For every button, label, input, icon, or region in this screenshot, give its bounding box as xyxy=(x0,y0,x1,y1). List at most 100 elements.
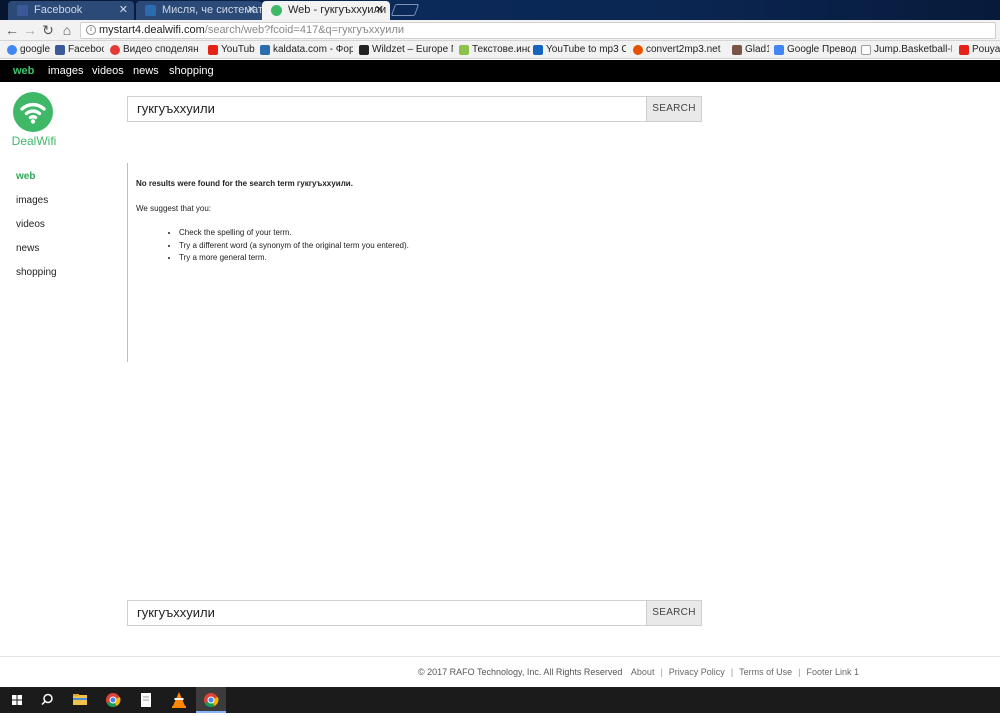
wifi-icon xyxy=(20,102,46,124)
sidemenu-web[interactable]: web xyxy=(16,171,35,182)
footer-link-privacy[interactable]: Privacy Policy xyxy=(669,667,725,677)
bookmark-jump-basketball[interactable]: Jump.Basketball-Bg.C xyxy=(860,43,952,57)
bookmark-label: Google Преводач xyxy=(787,44,856,55)
facebook-icon xyxy=(55,45,65,55)
search-input-bottom[interactable]: гукгуъххуили xyxy=(127,600,647,626)
bookmark-google-translate[interactable]: Google Преводач xyxy=(773,43,856,57)
bookmark-label: Wildzet – Europe Nor xyxy=(372,44,453,55)
windows-start-icon[interactable] xyxy=(2,687,32,713)
tab-kaldata[interactable]: Мисля, че системата ми е ✕ xyxy=(136,1,262,20)
browser-tab-strip: Facebook ✕ Мисля, че системата ми е ✕ We… xyxy=(0,0,1000,20)
convert2mp3-icon xyxy=(633,45,643,55)
bookmark-label: Видео споделяне / V xyxy=(123,44,199,55)
page-icon xyxy=(861,45,871,55)
footer-divider xyxy=(0,656,1000,657)
bookmark-label: YouTube to mp3 Conv xyxy=(546,44,626,55)
sidemenu-videos[interactable]: videos xyxy=(16,219,45,230)
search-button-bottom[interactable]: SEARCH xyxy=(646,600,702,626)
no-results-message: No results were found for the search ter… xyxy=(136,179,353,188)
footer-link-terms[interactable]: Terms of Use xyxy=(739,667,792,677)
google-icon xyxy=(7,45,17,55)
bookmark-youtube[interactable]: YouTube xyxy=(207,43,255,57)
close-icon[interactable]: ✕ xyxy=(119,1,128,19)
bookmark-label: Pouya x xyxy=(972,44,1000,55)
converter-icon xyxy=(533,45,543,55)
bookmark-convert2mp3[interactable]: convert2mp3.net - On xyxy=(632,43,723,57)
bookmark-label: YouTube xyxy=(221,44,255,55)
new-tab-button[interactable] xyxy=(390,4,420,16)
wildzet-icon xyxy=(359,45,369,55)
topnav-videos[interactable]: videos xyxy=(92,60,124,82)
home-icon[interactable]: ⌂ xyxy=(58,21,76,39)
search-button-top[interactable]: SEARCH xyxy=(646,96,702,122)
sidemenu-images[interactable]: images xyxy=(16,195,48,206)
topnav-news[interactable]: news xyxy=(133,60,159,82)
windows-taskbar xyxy=(0,687,1000,713)
logo-text[interactable]: DealWifi xyxy=(0,134,68,148)
youtube-icon xyxy=(208,45,218,55)
results-divider xyxy=(127,163,128,362)
footer-link-about[interactable]: About xyxy=(631,667,655,677)
sidemenu-news[interactable]: news xyxy=(16,243,39,254)
chrome-icon[interactable] xyxy=(98,687,128,713)
close-icon[interactable]: ✕ xyxy=(247,1,256,19)
glad1-icon xyxy=(732,45,742,55)
info-icon[interactable]: i xyxy=(86,25,96,35)
footer-copyright: © 2017 RAFO Technology, Inc. All Rights … xyxy=(418,667,623,677)
browser-toolbar: ← → ↻ ⌂ i mystart4.dealwifi.com/search/w… xyxy=(0,20,1000,41)
youtube-icon xyxy=(959,45,969,55)
suggestion-list: Check the spelling of your term. Try a d… xyxy=(179,227,696,265)
tab-web-search[interactable]: Web - гукгуъххуили ✕ xyxy=(262,1,390,20)
notepad-icon[interactable] xyxy=(131,687,161,713)
forward-arrow-icon[interactable]: → xyxy=(21,21,39,39)
bookmark-wildzet[interactable]: Wildzet – Europe Nor xyxy=(358,43,453,57)
tab-facebook[interactable]: Facebook ✕ xyxy=(8,1,134,20)
dealwifi-icon xyxy=(271,5,282,16)
suggestion-item: Try a more general term. xyxy=(179,252,696,265)
tab-title: Facebook xyxy=(34,4,83,16)
search-icon[interactable] xyxy=(32,687,62,713)
search-input-top[interactable]: гукгуъххуили xyxy=(127,96,647,122)
topnav-web[interactable]: web xyxy=(13,60,34,82)
vlc-icon[interactable] xyxy=(164,687,194,713)
suggestion-item: Check the spelling of your term. xyxy=(179,227,696,240)
footer-link-1[interactable]: Footer Link 1 xyxy=(807,667,860,677)
sidemenu-shopping[interactable]: shopping xyxy=(16,267,57,278)
translate-icon xyxy=(774,45,784,55)
bookmark-video[interactable]: Видео споделяне / V xyxy=(109,43,199,57)
dealwifi-logo-icon[interactable] xyxy=(13,92,53,132)
footer: © 2017 RAFO Technology, Inc. All Rights … xyxy=(418,667,860,677)
bookmark-glad1[interactable]: Glad1 xyxy=(731,43,769,57)
bookmarks-bar: google Facebook Видео споделяне / V YouT… xyxy=(0,41,1000,59)
bookmark-google[interactable]: google xyxy=(6,43,50,57)
facebook-icon xyxy=(17,5,28,16)
bookmark-facebook[interactable]: Facebook xyxy=(54,43,104,57)
close-icon[interactable]: ✕ xyxy=(375,1,384,19)
reload-icon[interactable]: ↻ xyxy=(39,21,57,39)
bookmark-yt-mp3[interactable]: YouTube to mp3 Conv xyxy=(532,43,626,57)
bookmark-label: kaldata.com - Форум xyxy=(273,44,353,55)
file-explorer-icon[interactable] xyxy=(65,687,95,713)
bookmark-label: google xyxy=(20,44,50,55)
tab-title: Web - гукгуъххуили xyxy=(288,4,387,16)
back-arrow-icon[interactable]: ← xyxy=(3,21,21,39)
bookmark-tekstove[interactable]: Текстове.инфо xyxy=(458,43,530,57)
url-path: /search/web?fcoid=417&q=гукгуъххуили xyxy=(204,24,405,36)
bookmark-kaldata[interactable]: kaldata.com - Форум xyxy=(259,43,353,57)
topnav-images[interactable]: images xyxy=(48,60,83,82)
url-host: mystart4.dealwifi.com xyxy=(99,24,205,36)
tekstove-icon xyxy=(459,45,469,55)
vbox7-icon xyxy=(110,45,120,55)
kaldata-icon xyxy=(260,45,270,55)
site-top-nav: web images videos news shopping xyxy=(0,60,1000,82)
chrome-icon[interactable] xyxy=(196,687,226,713)
bookmark-label: Facebook xyxy=(68,44,104,55)
bookmark-label: Jump.Basketball-Bg.C xyxy=(874,44,952,55)
bookmark-pouya[interactable]: Pouya x xyxy=(958,43,1000,57)
suggest-heading: We suggest that you: xyxy=(136,204,212,213)
results-panel: No results were found for the search ter… xyxy=(136,179,696,265)
kaldata-icon xyxy=(145,5,156,16)
bookmark-label: Текстове.инфо xyxy=(472,44,530,55)
topnav-shopping[interactable]: shopping xyxy=(169,60,214,82)
address-bar[interactable]: i mystart4.dealwifi.com/search/web?fcoid… xyxy=(80,22,996,39)
